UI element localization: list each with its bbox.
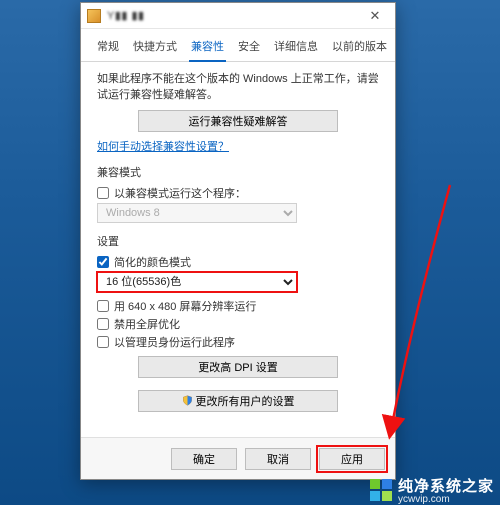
- tab-body: 如果此程序不能在这个版本的 Windows 上正常工作，请尝试运行兼容性疑难解答…: [81, 70, 395, 437]
- tab-compatibility[interactable]: 兼容性: [189, 36, 226, 62]
- close-button[interactable]: ✕: [359, 6, 391, 26]
- close-icon: ✕: [370, 8, 381, 24]
- tabs: 常规 快捷方式 兼容性 安全 详细信息 以前的版本: [81, 29, 395, 62]
- ok-button[interactable]: 确定: [171, 448, 237, 470]
- disable-fullscreen-checkbox[interactable]: 禁用全屏优化: [97, 316, 379, 332]
- dialog-footer: 确定 取消 应用: [81, 437, 395, 479]
- reduced-color-checkbox-input[interactable]: [97, 256, 109, 268]
- tab-previous-versions[interactable]: 以前的版本: [330, 36, 389, 62]
- color-depth-select[interactable]: 16 位(65536)色: [97, 272, 297, 292]
- titlebar: Y▮▮ ▮▮ ✕: [81, 3, 395, 29]
- run-troubleshooter-button[interactable]: 运行兼容性疑难解答: [138, 110, 338, 132]
- tab-details[interactable]: 详细信息: [272, 36, 320, 62]
- change-all-users-button[interactable]: 更改所有用户的设置: [138, 390, 338, 412]
- apply-button[interactable]: 应用: [319, 448, 385, 470]
- watermark-url: ycwvip.com: [398, 494, 494, 505]
- compat-mode-title: 兼容模式: [97, 164, 379, 180]
- run-as-admin-checkbox-input[interactable]: [97, 336, 109, 348]
- run-as-admin-checkbox-label: 以管理员身份运行此程序: [114, 334, 235, 350]
- disable-fullscreen-checkbox-input[interactable]: [97, 318, 109, 330]
- low-res-checkbox[interactable]: 用 640 x 480 屏幕分辨率运行: [97, 298, 379, 314]
- change-all-users-label: 更改所有用户的设置: [196, 396, 295, 408]
- watermark-logo-icon: [370, 479, 392, 501]
- low-res-checkbox-label: 用 640 x 480 屏幕分辨率运行: [114, 298, 256, 314]
- disable-fullscreen-checkbox-label: 禁用全屏优化: [114, 316, 180, 332]
- watermark: 纯净系统之家 ycwvip.com: [370, 475, 494, 505]
- app-icon: [87, 9, 101, 23]
- reduced-color-checkbox-label: 简化的颜色模式: [114, 254, 191, 270]
- run-as-admin-checkbox[interactable]: 以管理员身份运行此程序: [97, 334, 379, 350]
- intro-text: 如果此程序不能在这个版本的 Windows 上正常工作，请尝试运行兼容性疑难解答…: [97, 72, 379, 104]
- change-dpi-button[interactable]: 更改高 DPI 设置: [138, 356, 338, 378]
- low-res-checkbox-input[interactable]: [97, 300, 109, 312]
- compat-mode-checkbox-label: 以兼容模式运行这个程序：: [114, 185, 246, 201]
- manual-settings-link[interactable]: 如何手动选择兼容性设置？: [97, 138, 229, 154]
- cancel-button[interactable]: 取消: [245, 448, 311, 470]
- compat-mode-group: 兼容模式 以兼容模式运行这个程序： Windows 8: [97, 164, 379, 223]
- tab-security[interactable]: 安全: [236, 36, 262, 62]
- settings-title: 设置: [97, 233, 379, 249]
- window-title: Y▮▮ ▮▮: [107, 9, 359, 22]
- tab-shortcut[interactable]: 快捷方式: [131, 36, 179, 62]
- shield-icon: [182, 395, 193, 406]
- settings-group: 设置 简化的颜色模式 16 位(65536)色 用 640 x 480 屏幕分辨…: [97, 233, 379, 378]
- tab-general[interactable]: 常规: [95, 36, 121, 62]
- compat-mode-select[interactable]: Windows 8: [97, 203, 297, 223]
- compat-mode-checkbox-input[interactable]: [97, 187, 109, 199]
- reduced-color-checkbox[interactable]: 简化的颜色模式: [97, 254, 379, 270]
- compat-mode-checkbox[interactable]: 以兼容模式运行这个程序：: [97, 185, 379, 201]
- properties-dialog: Y▮▮ ▮▮ ✕ 常规 快捷方式 兼容性 安全 详细信息 以前的版本 如果此程序…: [80, 2, 396, 480]
- watermark-name: 纯净系统之家: [398, 475, 494, 496]
